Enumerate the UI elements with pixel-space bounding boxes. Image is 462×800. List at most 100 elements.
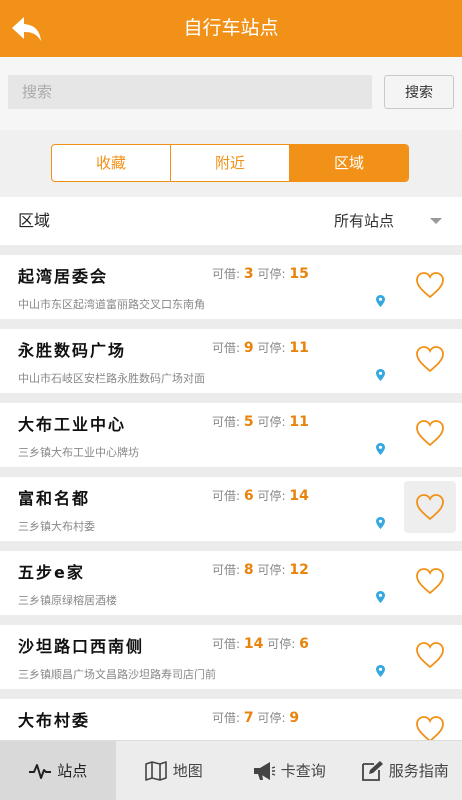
app-header: 自行车站点	[0, 0, 462, 57]
location-pin-icon	[376, 517, 385, 529]
station-row[interactable]: 五步e家 可借: 8 可停: 12 三乡镇原绿榕居酒楼	[0, 551, 462, 615]
borrow-count: 8	[243, 562, 254, 578]
station-counts: 可借: 5 可停: 11	[212, 413, 309, 430]
station-address: 三乡镇大布工业中心牌坊	[18, 446, 139, 459]
borrow-count: 5	[243, 414, 254, 430]
segmented-tabs: 收藏 附近 区域	[51, 144, 409, 182]
station-row[interactable]: 富和名都 可借: 6 可停: 14 三乡镇大布村委	[0, 477, 462, 541]
favorite-button[interactable]	[404, 333, 456, 385]
station-name: 沙坦路口西南侧	[18, 637, 145, 656]
station-row[interactable]: 大布工业中心 可借: 5 可停: 11 三乡镇大布工业中心牌坊	[0, 403, 462, 467]
borrow-label: 可借:	[212, 415, 241, 429]
filter-label: 区域	[18, 211, 51, 230]
borrow-label: 可借:	[212, 341, 241, 355]
borrow-count: 7	[243, 710, 254, 726]
location-pin-icon	[376, 591, 385, 603]
park-label: 可停:	[257, 415, 286, 429]
borrow-count: 3	[243, 266, 254, 282]
favorite-button[interactable]	[404, 259, 456, 311]
location-pin-icon	[376, 369, 385, 381]
station-address: 三乡镇大布村委	[18, 520, 95, 533]
park-label: 可停:	[257, 489, 286, 503]
station-address: 三乡镇顺昌广场文昌路沙坦路寿司店门前	[18, 668, 216, 681]
megaphone-icon	[253, 761, 275, 780]
park-count: 12	[289, 562, 309, 578]
station-name: 起湾居委会	[18, 267, 109, 286]
nav-label: 站点	[57, 762, 88, 780]
nav-label: 地图	[172, 762, 203, 780]
park-count: 6	[299, 636, 309, 652]
park-label: 可停:	[267, 637, 296, 651]
favorite-button[interactable]	[404, 555, 456, 607]
station-row[interactable]: 大布村委 可借: 7 可停: 9	[0, 699, 462, 740]
location-pin-icon	[376, 443, 385, 455]
search-bar: 搜索	[0, 57, 462, 130]
station-address: 三乡镇原绿榕居酒楼	[18, 594, 117, 607]
station-counts: 可借: 3 可停: 15	[212, 265, 309, 282]
nav-label: 卡查询	[280, 762, 326, 780]
favorite-button[interactable]	[404, 481, 456, 533]
location-pin-icon	[376, 665, 385, 677]
station-counts: 可借: 6 可停: 14	[212, 487, 309, 504]
bottom-nav: 站点 地图 卡查询 服务指南	[0, 740, 462, 800]
station-name: 大布村委	[18, 711, 91, 730]
station-name: 永胜数码广场	[18, 341, 127, 360]
borrow-label: 可借:	[212, 489, 241, 503]
heart-icon	[416, 716, 444, 740]
pulse-icon	[29, 763, 52, 779]
borrow-label: 可借:	[212, 711, 241, 725]
nav-service-guide[interactable]: 服务指南	[347, 741, 462, 800]
tab-favorites[interactable]: 收藏	[52, 145, 171, 181]
nav-stations[interactable]: 站点	[0, 741, 116, 800]
station-row[interactable]: 永胜数码广场 可借: 9 可停: 11 中山市石岐区安栏路永胜数码广场对面	[0, 329, 462, 393]
favorite-button[interactable]	[404, 629, 456, 681]
station-row[interactable]: 起湾居委会 可借: 3 可停: 15 中山市东区起湾道富丽路交叉口东南角	[0, 255, 462, 319]
nav-map[interactable]: 地图	[116, 741, 232, 800]
nav-card-query[interactable]: 卡查询	[231, 741, 347, 800]
map-icon	[144, 760, 167, 781]
station-row[interactable]: 沙坦路口西南侧 可借: 14 可停: 6 三乡镇顺昌广场文昌路沙坦路寿司店门前	[0, 625, 462, 689]
station-name: 大布工业中心	[18, 415, 127, 434]
search-button[interactable]: 搜索	[384, 75, 454, 109]
dropdown-caret-icon[interactable]	[430, 218, 442, 224]
park-label: 可停:	[257, 563, 286, 577]
tabs-bar: 收藏 附近 区域	[0, 130, 462, 197]
borrow-count: 14	[243, 636, 264, 652]
heart-icon	[416, 346, 444, 373]
station-type-select[interactable]: 所有站点	[334, 197, 394, 245]
station-counts: 可借: 8 可停: 12	[212, 561, 309, 578]
heart-icon	[416, 420, 444, 447]
park-label: 可停:	[257, 267, 286, 281]
search-input[interactable]	[8, 75, 372, 109]
park-count: 15	[289, 266, 309, 282]
station-address: 中山市东区起湾道富丽路交叉口东南角	[18, 298, 205, 311]
heart-icon	[416, 272, 444, 299]
park-label: 可停:	[257, 711, 286, 725]
park-label: 可停:	[257, 341, 286, 355]
heart-icon	[416, 568, 444, 595]
borrow-count: 6	[243, 488, 254, 504]
heart-icon	[416, 494, 444, 521]
park-count: 11	[289, 340, 309, 356]
borrow-count: 9	[243, 340, 254, 356]
station-counts: 可借: 14 可停: 6	[212, 635, 309, 652]
park-count: 14	[289, 488, 309, 504]
station-name: 富和名都	[18, 489, 91, 508]
heart-icon	[416, 642, 444, 669]
station-counts: 可借: 9 可停: 11	[212, 339, 309, 356]
tab-region[interactable]: 区域	[290, 145, 408, 181]
park-count: 9	[289, 710, 300, 726]
borrow-label: 可借:	[212, 563, 241, 577]
tab-nearby[interactable]: 附近	[171, 145, 290, 181]
favorite-button[interactable]	[404, 407, 456, 459]
station-address: 中山市石岐区安栏路永胜数码广场对面	[18, 372, 205, 385]
borrow-label: 可借:	[212, 267, 241, 281]
page-title: 自行车站点	[183, 17, 279, 39]
park-count: 11	[289, 414, 309, 430]
favorite-button[interactable]	[404, 703, 456, 740]
region-filter[interactable]: 区域 所有站点	[0, 197, 462, 245]
station-name: 五步e家	[18, 563, 85, 582]
edit-icon	[361, 760, 383, 781]
location-pin-icon	[376, 295, 385, 307]
borrow-label: 可借:	[212, 637, 241, 651]
